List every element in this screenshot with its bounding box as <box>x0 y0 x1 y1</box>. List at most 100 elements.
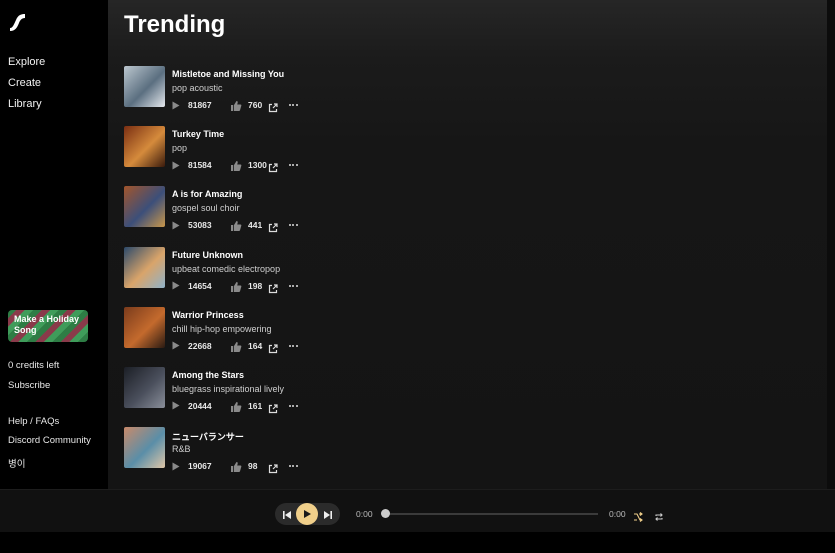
song-cover-image[interactable] <box>124 126 165 168</box>
song-controls: 19067 98 <box>172 460 298 474</box>
share-icon[interactable] <box>268 341 278 353</box>
play-count: 14654 <box>188 280 212 291</box>
play-icon <box>304 510 311 518</box>
play-count: 81867 <box>188 100 212 110</box>
like-count: 760 <box>248 100 263 110</box>
discord-community-link[interactable]: Discord Community <box>8 435 91 446</box>
like-count: 164 <box>248 340 263 351</box>
credits-label: 0 credits left <box>8 360 60 371</box>
song-title[interactable]: Mistletoe and Missing You <box>172 69 284 79</box>
suno-wave-logo-icon[interactable] <box>8 12 30 32</box>
thumbs-up-icon[interactable] <box>230 99 242 111</box>
more-options-icon[interactable] <box>288 401 298 411</box>
sidebar-item-library[interactable]: Library <box>8 96 45 112</box>
make-holiday-song-button[interactable]: Make a Holiday Song <box>8 310 88 342</box>
song-tags[interactable]: gospel soul choir <box>172 203 240 213</box>
sidebar: Explore Create Library Make a Holiday So… <box>0 0 108 489</box>
song-tags[interactable]: chill hip-hop empowering <box>172 324 272 334</box>
like-count: 161 <box>248 400 263 411</box>
song-title[interactable]: Warrior Princess <box>172 310 244 320</box>
song-tags[interactable]: R&B <box>172 444 191 454</box>
song-cover-image[interactable] <box>124 427 165 469</box>
like-count: 1300 <box>248 160 267 171</box>
song-controls: 81867 760 <box>172 99 298 113</box>
song-row[interactable]: Warrior Princess chill hip-hop empowerin… <box>124 306 424 367</box>
play-count: 22668 <box>188 340 212 351</box>
more-options-icon[interactable] <box>288 341 298 351</box>
time-current: 0:00 <box>356 509 373 519</box>
play-icon[interactable] <box>172 281 180 291</box>
thumbs-up-icon[interactable] <box>230 159 242 172</box>
user-profile-link[interactable]: 병이 <box>8 456 25 470</box>
song-title[interactable]: Among the Stars <box>172 370 244 380</box>
subscribe-link[interactable]: Subscribe <box>8 380 50 391</box>
song-row[interactable]: Mistletoe and Missing You pop acoustic 8… <box>124 66 424 126</box>
sidebar-item-explore[interactable]: Explore <box>8 54 45 70</box>
song-row[interactable]: Future Unknown upbeat comedic electropop… <box>124 246 424 307</box>
play-icon[interactable] <box>172 100 180 110</box>
playback-controls <box>275 503 340 525</box>
song-row[interactable]: Turkey Time pop 81584 1300 <box>124 126 424 186</box>
song-cover-image[interactable] <box>124 186 165 228</box>
play-icon[interactable] <box>172 341 180 351</box>
app-window: Explore Create Library Make a Holiday So… <box>0 0 835 489</box>
scrollbar[interactable] <box>827 0 835 489</box>
thumbs-up-icon[interactable] <box>230 460 242 473</box>
play-icon[interactable] <box>172 461 180 471</box>
song-cover-image[interactable] <box>124 246 165 288</box>
song-title[interactable]: A is for Amazing <box>172 189 242 199</box>
thumbs-up-icon[interactable] <box>230 219 242 232</box>
song-title[interactable]: Turkey Time <box>172 129 224 139</box>
more-options-icon[interactable] <box>288 461 298 471</box>
like-count: 441 <box>248 220 263 231</box>
help-faqs-link[interactable]: Help / FAQs <box>8 416 59 427</box>
share-icon[interactable] <box>268 461 278 474</box>
progress-bar[interactable] <box>385 513 598 515</box>
time-total: 0:00 <box>609 509 626 519</box>
song-tags[interactable]: upbeat comedic electropop <box>172 264 280 274</box>
thumbs-up-icon[interactable] <box>230 340 242 352</box>
play-count: 20444 <box>188 400 212 411</box>
main-content: Trending Mistletoe and Missing You pop a… <box>108 0 827 489</box>
song-title[interactable]: Future Unknown <box>172 250 243 260</box>
play-pause-button[interactable] <box>296 503 318 525</box>
song-list: Mistletoe and Missing You pop acoustic 8… <box>124 66 424 487</box>
song-row[interactable]: A is for Amazing gospel soul choir 53083… <box>124 186 424 246</box>
progress-knob[interactable] <box>381 509 390 518</box>
bottom-edge <box>0 532 835 553</box>
song-tags[interactable]: pop acoustic <box>172 83 223 93</box>
more-options-icon[interactable] <box>288 220 298 230</box>
share-icon[interactable] <box>268 281 278 293</box>
shuffle-icon[interactable] <box>633 509 643 522</box>
play-icon[interactable] <box>172 160 180 170</box>
play-icon[interactable] <box>172 220 180 230</box>
like-count: 98 <box>248 461 258 472</box>
song-controls: 22668 164 <box>172 340 298 353</box>
song-row[interactable]: Among the Stars bluegrass inspirational … <box>124 366 424 427</box>
song-controls: 81584 1300 <box>172 159 298 173</box>
more-options-icon[interactable] <box>288 160 298 170</box>
play-count: 81584 <box>188 160 212 171</box>
song-cover-image[interactable] <box>124 306 165 348</box>
more-options-icon[interactable] <box>288 100 298 110</box>
thumbs-up-icon[interactable] <box>230 400 242 412</box>
share-icon[interactable] <box>268 401 278 414</box>
more-options-icon[interactable] <box>288 281 298 291</box>
share-icon[interactable] <box>268 100 278 113</box>
thumbs-up-icon[interactable] <box>230 280 242 292</box>
song-cover-image[interactable] <box>124 366 165 408</box>
repeat-icon[interactable] <box>654 509 664 521</box>
share-icon[interactable] <box>268 160 278 173</box>
previous-track-icon[interactable] <box>281 508 293 520</box>
song-tags[interactable]: pop <box>172 143 187 153</box>
play-count: 53083 <box>188 220 212 231</box>
song-row[interactable]: ニューバランサー R&B 19067 98 <box>124 427 424 487</box>
share-icon[interactable] <box>268 220 278 233</box>
sidebar-item-create[interactable]: Create <box>8 75 45 91</box>
song-title[interactable]: ニューバランサー <box>172 430 244 443</box>
song-tags[interactable]: bluegrass inspirational lively <box>172 384 284 394</box>
page-title: Trending <box>124 11 226 38</box>
next-track-icon[interactable] <box>322 508 334 520</box>
song-cover-image[interactable] <box>124 66 165 107</box>
play-icon[interactable] <box>172 401 180 411</box>
